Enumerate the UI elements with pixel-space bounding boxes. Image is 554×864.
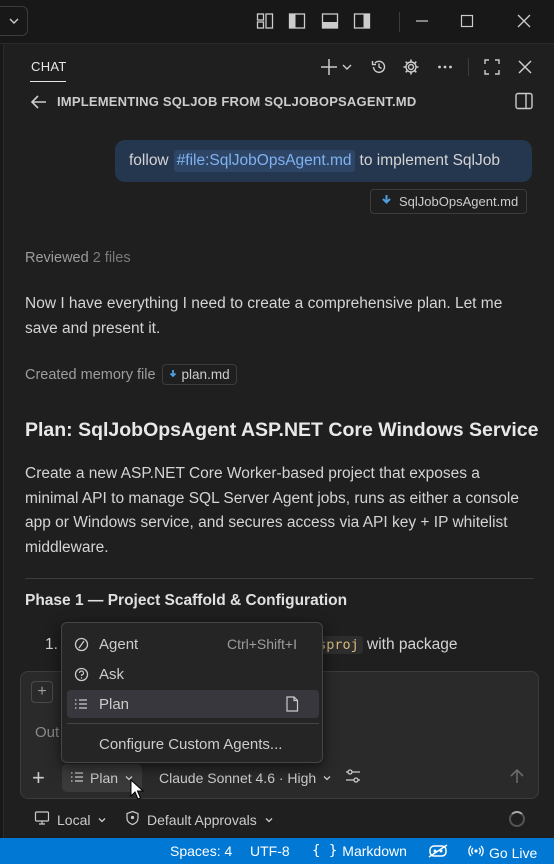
shield-icon	[125, 810, 140, 829]
editor-edge	[0, 44, 4, 838]
maximize-chat-icon[interactable]	[481, 56, 503, 78]
tools-settings-icon[interactable]	[344, 767, 362, 789]
menu-item-label: Agent	[99, 635, 139, 653]
status-bar: Spaces: 4 UTF-8 { } Markdown Go Live	[0, 838, 554, 864]
memory-file-notice: Created memory file plan.md	[25, 364, 237, 385]
chevron-down-icon[interactable]	[340, 56, 354, 78]
loading-spinner-icon	[509, 811, 525, 827]
tab-chat[interactable]: CHAT	[31, 59, 67, 74]
reviewed-files-summary[interactable]: Reviewed 2 files	[25, 250, 131, 266]
titlebar-divider	[399, 12, 400, 32]
title-bar	[0, 0, 554, 44]
phase-heading: Phase 1 — Project Scaffold & Configurati…	[25, 592, 348, 609]
attach-plus-icon[interactable]: +	[32, 767, 45, 789]
mode-label: Plan	[90, 770, 119, 786]
new-chat-icon[interactable]	[318, 56, 340, 78]
section-divider	[25, 578, 534, 579]
file-icon[interactable]	[285, 696, 299, 716]
toggle-panel-icon[interactable]	[319, 10, 341, 32]
menu-item-label: Configure Custom Agents...	[99, 735, 283, 753]
go-live-button[interactable]: Go Live	[468, 843, 537, 862]
memory-label: Created memory file	[25, 366, 156, 383]
list-item-number: 1.	[45, 636, 58, 653]
chevron-down-icon	[322, 770, 332, 786]
monitor-icon	[34, 810, 50, 829]
menu-item-ask[interactable]: Ask	[67, 660, 319, 688]
file-reference-link[interactable]: #file:SqlJobOpsAgent.md	[173, 150, 355, 172]
gear-icon[interactable]	[400, 56, 422, 78]
history-icon[interactable]	[368, 56, 390, 78]
attachment-chip[interactable]: SqlJobOpsAgent.md	[370, 189, 528, 214]
customize-layout-icon[interactable]	[254, 10, 276, 32]
plan-list-icon	[70, 770, 84, 787]
model-picker-button[interactable]: Claude Sonnet 4.6 · High	[159, 770, 332, 786]
markdown-file-icon	[381, 194, 392, 209]
chat-options-bar: Local Default Approvals	[0, 805, 554, 833]
encoding-status[interactable]: UTF-8	[250, 843, 290, 859]
mouse-pointer-icon	[130, 778, 145, 805]
menu-item-plan[interactable]: Plan	[67, 690, 319, 718]
attachment-name: SqlJobOpsAgent.md	[399, 194, 519, 209]
toggle-sessions-panel-icon[interactable]	[514, 91, 536, 113]
close-icon[interactable]	[514, 56, 536, 78]
chevron-down-icon[interactable]	[0, 6, 28, 36]
language-mode-status[interactable]: { } Markdown	[312, 843, 407, 859]
session-title: IMPLEMENTING SQLJOB FROM SQLJOBOPSAGENT.…	[57, 94, 417, 109]
memory-file-name: plan.md	[181, 367, 230, 382]
model-label: Claude Sonnet 4.6 · High	[159, 770, 317, 786]
menu-item-label: Ask	[99, 665, 125, 683]
chevron-down-icon	[97, 812, 107, 828]
chat-header: CHAT	[5, 44, 554, 88]
user-message-bubble: follow #file:SqlJobOpsAgent.md to implem…	[115, 140, 532, 182]
copilot-icon[interactable]	[428, 843, 448, 859]
menu-divider	[67, 723, 319, 724]
header-divider	[468, 58, 469, 76]
go-live-label: Go Live	[489, 844, 538, 861]
configure-custom-agents-item[interactable]: Configure Custom Agents...	[67, 730, 319, 758]
mode-menu: Agent Ctrl+Shift+I Ask Plan Configure Cu…	[61, 622, 323, 763]
chevron-down-icon	[264, 812, 274, 828]
location-label: Local	[57, 811, 91, 828]
send-arrow-icon[interactable]	[508, 767, 526, 789]
user-message-text: follow	[129, 152, 169, 169]
reviewed-label: Reviewed	[25, 250, 89, 266]
ask-icon	[67, 667, 95, 682]
back-arrow-icon[interactable]	[29, 92, 49, 112]
reviewed-count: 2 files	[92, 250, 131, 266]
broadcast-icon	[468, 843, 484, 862]
more-actions-icon[interactable]	[434, 56, 456, 78]
approvals-label: Default Approvals	[147, 811, 257, 828]
maximize-icon[interactable]	[456, 10, 478, 32]
plan-heading: Plan: SqlJobOpsAgent ASP.NET Core Window…	[25, 419, 539, 441]
menu-item-agent[interactable]: Agent Ctrl+Shift+I	[67, 630, 319, 658]
plan-summary: Create a new ASP.NET Core Worker-based p…	[25, 465, 519, 556]
braces-icon: { }	[312, 843, 338, 859]
indentation-status[interactable]: Spaces: 4	[170, 843, 232, 859]
response-intro: Now I have everything I need to create a…	[25, 295, 503, 337]
toggle-primary-sidebar-icon[interactable]	[286, 10, 308, 32]
location-picker[interactable]: Local	[34, 810, 107, 829]
session-header: IMPLEMENTING SQLJOB FROM SQLJOBOPSAGENT.…	[5, 88, 554, 116]
menu-item-shortcut: Ctrl+Shift+I	[226, 636, 297, 652]
list-item-tail: with package	[367, 636, 458, 653]
markdown-file-icon	[169, 367, 177, 382]
plan-icon	[67, 697, 95, 711]
memory-file-chip[interactable]: plan.md	[161, 364, 237, 385]
toggle-secondary-sidebar-icon[interactable]	[351, 10, 373, 32]
tab-active-indicator	[30, 81, 66, 82]
chat-input-placeholder[interactable]: Out	[35, 724, 59, 741]
minimize-icon[interactable]	[411, 10, 433, 32]
approvals-picker[interactable]: Default Approvals	[125, 810, 274, 829]
user-message-text-end: to implement SqlJob	[359, 152, 500, 169]
agent-icon	[67, 637, 95, 652]
close-window-icon[interactable]	[513, 10, 535, 32]
add-context-button[interactable]: +	[31, 681, 53, 703]
language-label: Markdown	[342, 843, 407, 859]
menu-item-label: Plan	[99, 695, 130, 713]
